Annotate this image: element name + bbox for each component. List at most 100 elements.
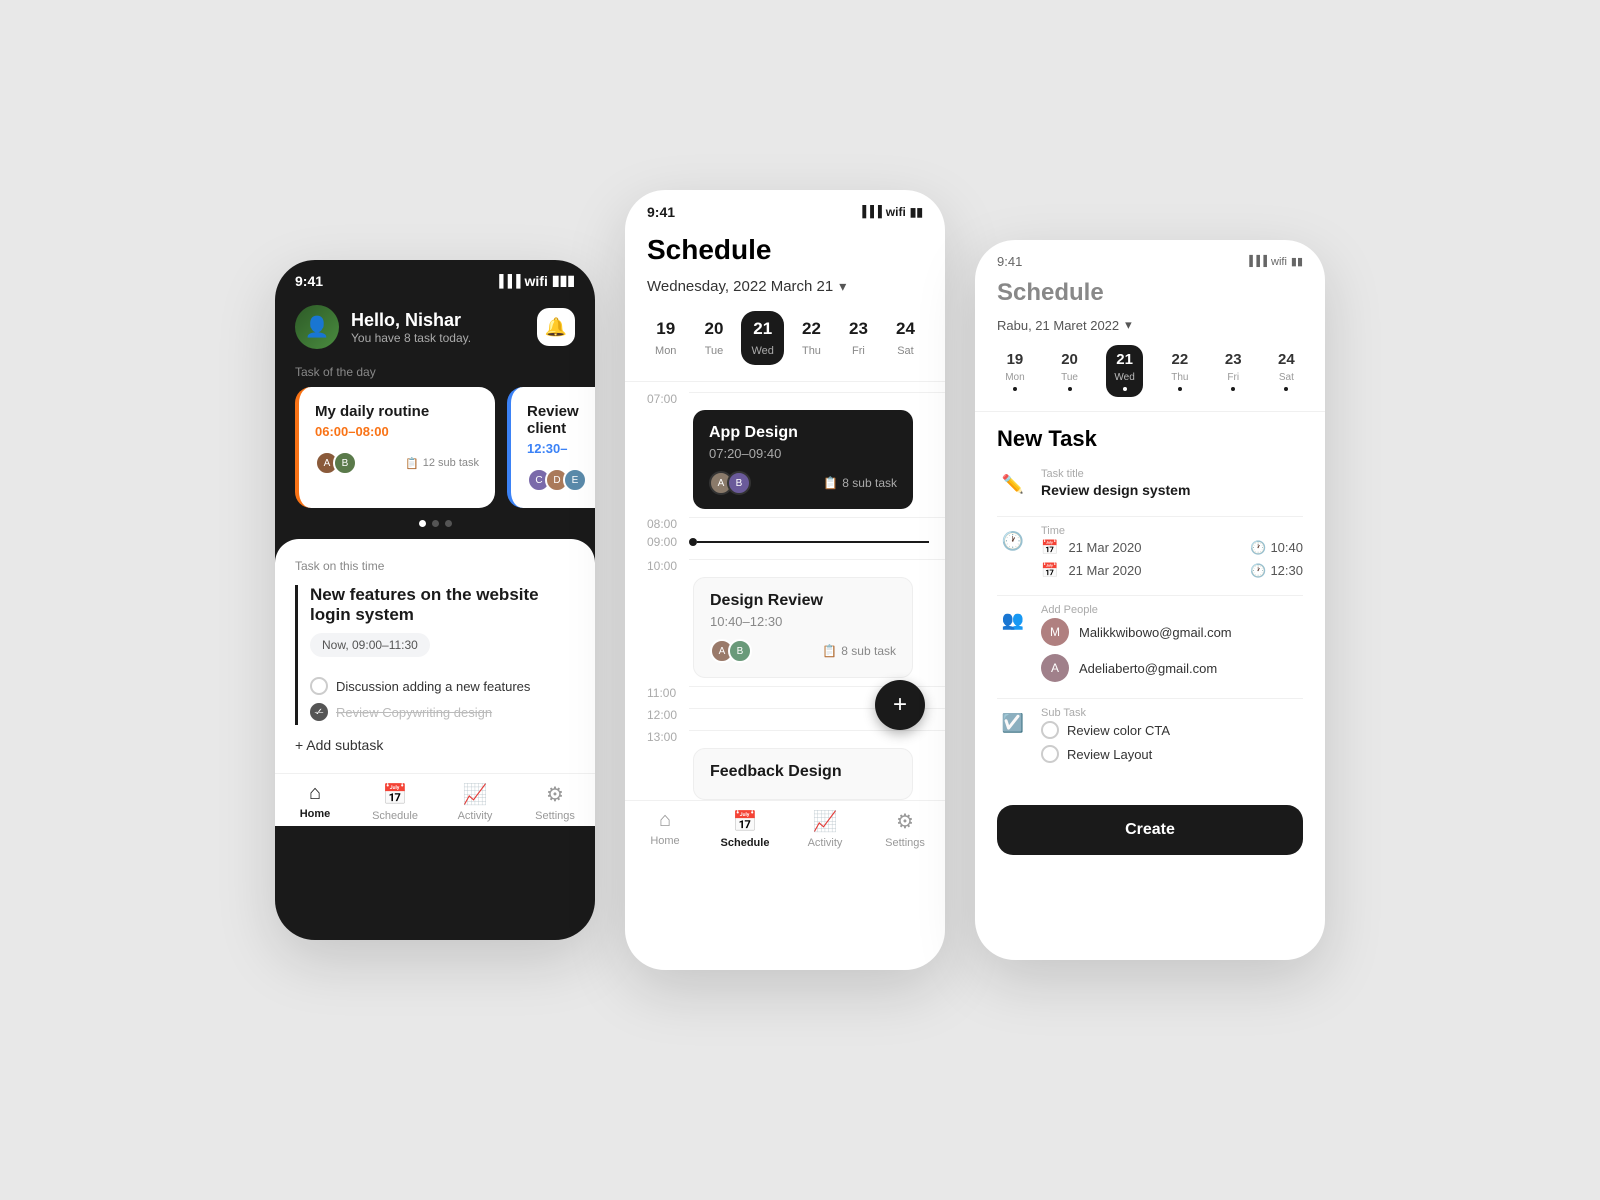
nav2-schedule-label: Schedule [721, 837, 770, 849]
date-3: Rabu, 21 Maret 2022 [997, 318, 1119, 333]
people-icon: 👥 [997, 604, 1029, 636]
subtitle: You have 8 task today. [351, 331, 471, 345]
task-card-2[interactable]: Review client 12:30– C D E [507, 387, 595, 508]
event-app-design[interactable]: App Design 07:20–09:40 A B 📋8 sub task [693, 410, 929, 509]
subtask-text-1: Review color CTA [1067, 723, 1170, 738]
subtask-badge-1: 📋 12 sub task [405, 457, 479, 470]
nav2-schedule[interactable]: 📅 Schedule [705, 809, 785, 849]
cal-day-23[interactable]: 23 Fri [839, 311, 878, 365]
carousel-dots [275, 520, 595, 527]
signal-icon-2: ▐▐▐ [858, 206, 881, 218]
phone-home: 9:41 ▐▐▐ wifi ▮▮▮ Hello, Nishar You have… [275, 260, 595, 940]
fab-add-button[interactable]: + [875, 680, 925, 730]
nav2-settings[interactable]: ⚙ Settings [865, 809, 945, 849]
subtask-list: Review color CTA Review Layout [1041, 721, 1303, 763]
task-1-footer: A B 📋 12 sub task [315, 451, 479, 475]
home-icon: ⌂ [309, 782, 321, 805]
time-content: Time 📅 21 Mar 2020 🕐 10:40 📅 [1041, 525, 1303, 579]
time-label-9: 09:00 [647, 535, 689, 549]
nav-home[interactable]: ⌂ Home [275, 782, 355, 822]
cal3-day-23[interactable]: 23 Fri [1217, 345, 1250, 397]
dot-3 [445, 520, 452, 527]
time-label-12: 12:00 [647, 708, 689, 722]
task-1-title: My daily routine [315, 403, 479, 420]
notification-button[interactable]: 🔔 [537, 308, 575, 346]
event-feedback-design[interactable]: Feedback Design [693, 748, 929, 800]
event-1-title: App Design [709, 424, 897, 442]
current-time-row: 09:00 [647, 531, 945, 553]
nav2-home-label: Home [650, 835, 679, 847]
cal3-day-19[interactable]: 19 Mon [997, 345, 1032, 397]
event-design-review[interactable]: Design Review 10:40–12:30 A B 📋8 sub tas… [693, 577, 929, 678]
mini-avatar-2: B [333, 451, 357, 475]
task-1-time: 06:00–08:00 [315, 424, 479, 439]
event-2-title: Design Review [710, 592, 896, 610]
checkbox-icon: ☑️ [997, 707, 1029, 739]
subtask-check-1 [1041, 721, 1059, 739]
task-of-day-label: Task of the day [275, 365, 595, 387]
task-title-label: Task title [1041, 468, 1303, 480]
calendar-week-3: 19 Mon 20 Tue 21 Wed 22 Thu 23 Fri [975, 345, 1325, 412]
cal3-day-20[interactable]: 20 Tue [1053, 345, 1086, 397]
people-list: M Malikkwibowo@gmail.com A Adeliaberto@g… [1041, 618, 1303, 682]
cal3-day-21[interactable]: 21 Wed [1106, 345, 1142, 397]
nav-schedule[interactable]: 📅 Schedule [355, 782, 435, 822]
schedule-date-row[interactable]: Wednesday, 2022 March 21 ▾ [625, 278, 945, 311]
cal-day-21[interactable]: 21 Wed [741, 311, 783, 365]
time-label-7: 07:00 [647, 392, 689, 406]
avatar [295, 305, 339, 349]
nav-home-label: Home [300, 808, 331, 820]
event-1-time: 07:20–09:40 [709, 446, 897, 461]
clock-icon-1: 🕐 [1250, 540, 1266, 556]
cal-day-20[interactable]: 20 Tue [695, 311, 734, 365]
task-1-avatars: A B [315, 451, 351, 475]
time-label-11: 11:00 [647, 686, 689, 700]
person-avatar-1: M [1041, 618, 1069, 646]
clock-icon-2: 🕐 [1250, 563, 1266, 579]
nav-activity[interactable]: 📈 Activity [435, 782, 515, 822]
settings-icon: ⚙ [546, 782, 564, 807]
calendar-week-2: 19 Mon 20 Tue 21 Wed 22 Thu 23 Fri 24 Sa… [625, 311, 945, 382]
time-row-1: 📅 21 Mar 2020 🕐 10:40 [1041, 539, 1303, 556]
activity-icon: 📈 [463, 782, 488, 807]
cal-day-22[interactable]: 22 Thu [792, 311, 831, 365]
nav-settings[interactable]: ⚙ Settings [515, 782, 595, 822]
task-card-1[interactable]: My daily routine 06:00–08:00 A B 📋 12 su… [295, 387, 495, 508]
create-button[interactable]: Create [997, 805, 1303, 855]
wifi-icon-3: wifi [1271, 256, 1287, 268]
cal3-day-22[interactable]: 22 Thu [1163, 345, 1196, 397]
event-2-avatars: A B [710, 639, 746, 663]
battery-icon: ▮▮▮ [552, 272, 575, 289]
chevron-icon-3: ▾ [1125, 317, 1132, 333]
time-08: 08:00 [625, 509, 945, 531]
time-val-2: 12:30 [1270, 563, 1303, 578]
nav2-activity-label: Activity [808, 837, 843, 849]
phone-new-task: 9:41 ▐▐▐ wifi ▮▮ Schedule Rabu, 21 Maret… [975, 240, 1325, 960]
nav2-activity[interactable]: 📈 Activity [785, 809, 865, 849]
cal-day-19[interactable]: 19 Mon [645, 311, 686, 365]
add-subtask-button[interactable]: + Add subtask [295, 737, 575, 753]
event-2-subtask: 📋8 sub task [822, 644, 896, 658]
time-10: 10:00 [625, 553, 945, 573]
event-2-time: 10:40–12:30 [710, 614, 896, 629]
date-row-3[interactable]: Rabu, 21 Maret 2022 ▾ [975, 317, 1325, 345]
time-label-10: 10:00 [647, 559, 689, 573]
cal-day-24[interactable]: 24 Sat [886, 311, 925, 365]
person-email-1: Malikkwibowo@gmail.com [1079, 625, 1232, 640]
current-task: New features on the website login system… [295, 585, 575, 725]
nav2-home[interactable]: ⌂ Home [625, 809, 705, 849]
status-icons-3: ▐▐▐ wifi ▮▮ [1246, 254, 1303, 269]
user-info: Hello, Nishar You have 8 task today. [295, 305, 471, 349]
schedule-date: Wednesday, 2022 March 21 [647, 278, 833, 295]
subtask-content: Sub Task Review color CTA Review Layout [1041, 707, 1303, 763]
task-title-content: Task title Review design system [1041, 468, 1303, 498]
time-field: 🕐 Time 📅 21 Mar 2020 🕐 10:40 [997, 525, 1303, 579]
new-task-title: New Task [997, 426, 1303, 452]
battery-icon-3: ▮▮ [1291, 255, 1303, 268]
event-2-footer: A B 📋8 sub task [710, 639, 896, 663]
schedule-title-3: Schedule [975, 275, 1325, 317]
time-label-13: 13:00 [647, 730, 689, 744]
wifi-icon: wifi [525, 273, 548, 289]
wifi-icon-2: wifi [886, 205, 906, 219]
cal3-day-24[interactable]: 24 Sat [1270, 345, 1303, 397]
